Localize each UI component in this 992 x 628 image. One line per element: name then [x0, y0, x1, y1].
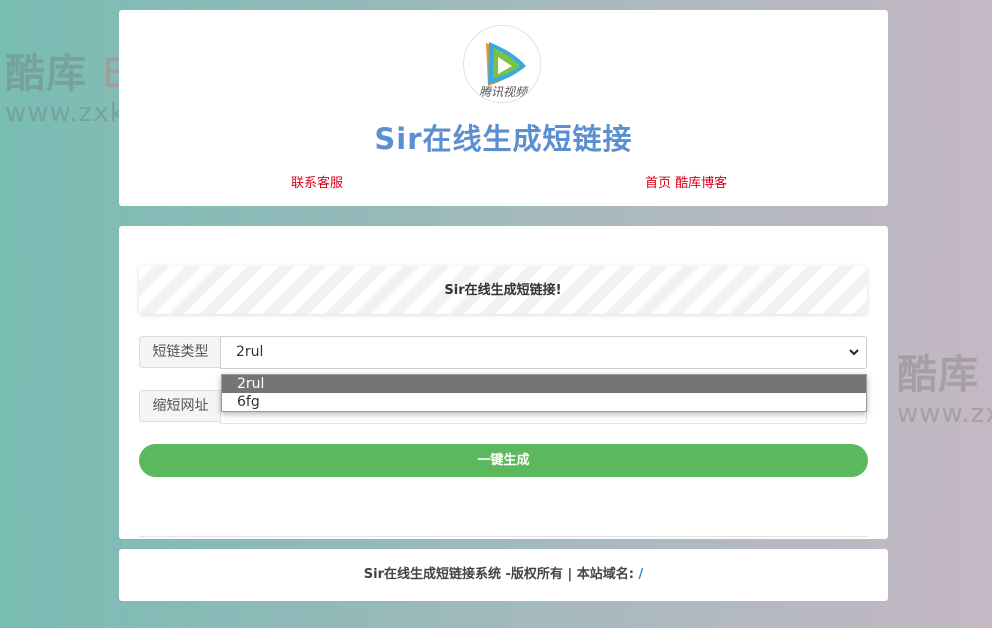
url-label: 缩短网址: [139, 390, 221, 422]
footer-domain-link[interactable]: /: [638, 567, 643, 582]
logo-text: 腾讯视频: [478, 85, 527, 99]
watermark: 酷库 www.zxki.cn: [897, 353, 992, 429]
type-dropdown-list: 2rul 6fg: [221, 374, 867, 412]
type-select-value: 2rul: [236, 344, 264, 360]
contact-support-link[interactable]: 联系客服: [291, 172, 343, 191]
footer-card: Sir在线生成短链接系统 -版权所有 | 本站域名: /: [119, 549, 888, 601]
notice-banner: Sir在线生成短链接!: [139, 266, 867, 314]
divider: [139, 536, 868, 537]
type-select[interactable]: 2rul: [220, 336, 867, 369]
tencent-video-logo: 腾讯视频: [463, 25, 541, 103]
type-option-6fg[interactable]: 6fg: [222, 393, 866, 411]
chevron-down-icon: [849, 349, 859, 356]
main-card: Sir在线生成短链接! 短链类型 2rul 缩短网址 输入长链接 2rul 6f…: [119, 226, 888, 539]
home-blog-link[interactable]: 首页 酷库博客: [645, 172, 727, 191]
site-title: Sir在线生成短链接: [374, 122, 633, 156]
type-option-2rul[interactable]: 2rul: [222, 375, 866, 393]
generate-button[interactable]: 一键生成: [139, 444, 868, 477]
footer-copyright: Sir在线生成短链接系统 -版权所有 | 本站域名: /: [363, 567, 644, 582]
header-card: 腾讯视频 Sir在线生成短链接 联系客服 首页 酷库博客: [119, 10, 888, 206]
type-label: 短链类型: [139, 336, 221, 368]
